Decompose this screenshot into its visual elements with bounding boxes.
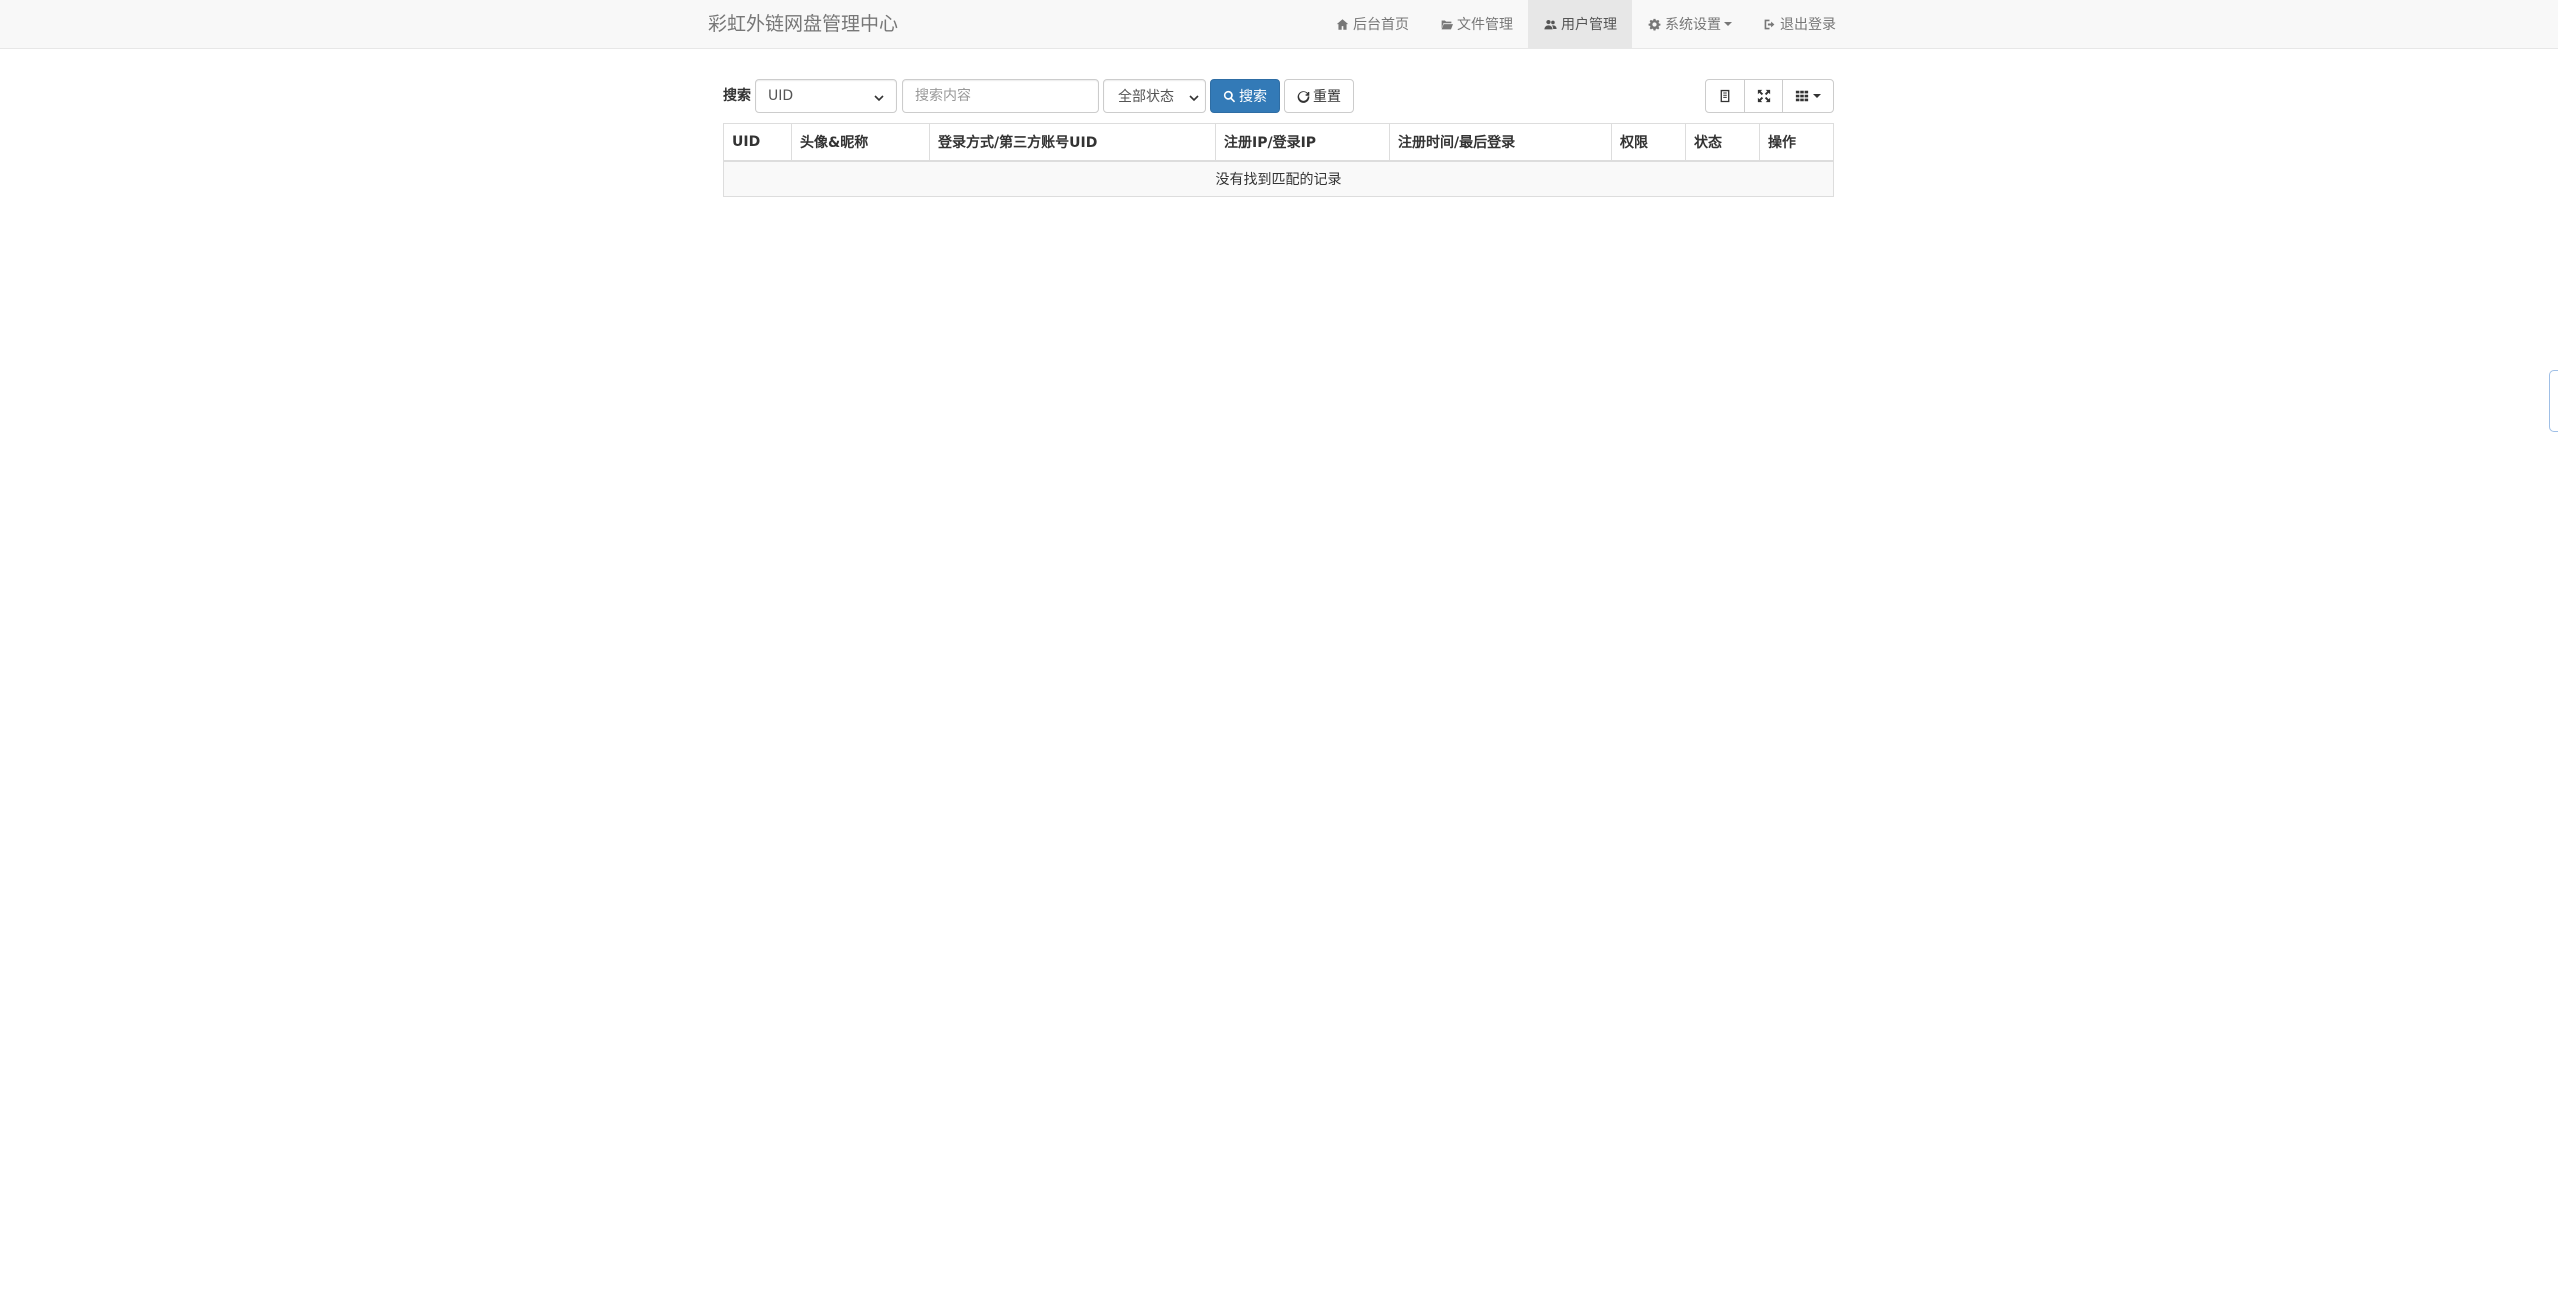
fullscreen-icon [1757, 89, 1770, 103]
empty-table-message: 没有找到匹配的记录 [723, 160, 1834, 197]
column-header-ip[interactable]: 注册IP/登录IP [1215, 123, 1390, 162]
nav-item-label: 系统设置 [1665, 17, 1721, 33]
column-header-time[interactable]: 注册时间/最后登录 [1389, 123, 1612, 162]
search-type-select[interactable]: UID [755, 79, 897, 113]
chevron-down-icon [1189, 91, 1199, 102]
toggle-view-button[interactable] [1705, 79, 1745, 113]
nav-item-users[interactable]: 用户管理 [1528, 0, 1632, 48]
search-button[interactable]: 搜索 [1210, 79, 1280, 113]
refresh-icon [1297, 90, 1310, 103]
table-header-row: UID 头像&昵称 登录方式/第三方账号UID 注册IP/登录IP 注册时间/最… [723, 123, 1834, 162]
search-input[interactable] [915, 80, 1086, 112]
columns-toggle-button[interactable] [1782, 79, 1834, 113]
search-label: 搜索 [723, 88, 751, 104]
table-row: 没有找到匹配的记录 [723, 160, 1834, 197]
chevron-down-icon [874, 91, 884, 102]
column-header-status[interactable]: 状态 [1685, 123, 1760, 162]
nav-item-label: 退出登录 [1780, 17, 1836, 33]
list-view-icon [1720, 89, 1730, 103]
nav-item-dashboard[interactable]: 后台首页 [1320, 0, 1424, 48]
column-header-avatar-nickname[interactable]: 头像&昵称 [791, 123, 930, 162]
fullscreen-button[interactable] [1744, 79, 1783, 113]
column-header-actions: 操作 [1759, 123, 1834, 162]
search-type-value: UID [768, 88, 794, 104]
chevron-down-icon [1813, 94, 1821, 98]
table-tools-group [1705, 79, 1834, 113]
nav-item-label: 后台首页 [1353, 17, 1409, 33]
columns-grid-icon [1795, 90, 1809, 102]
gear-icon [1647, 17, 1661, 31]
nav-item-label: 用户管理 [1561, 17, 1617, 33]
column-header-login-method[interactable]: 登录方式/第三方账号UID [929, 123, 1216, 162]
sign-out-icon [1762, 17, 1776, 31]
nav-item-logout[interactable]: 退出登录 [1747, 0, 1851, 48]
chevron-down-icon [1724, 22, 1732, 26]
column-header-permission[interactable]: 权限 [1611, 123, 1686, 162]
search-icon [1223, 90, 1236, 102]
status-select[interactable]: 全部状态 [1103, 79, 1206, 113]
reset-button-label: 重置 [1313, 89, 1341, 105]
search-input-wrapper [902, 79, 1099, 113]
top-navbar: 彩虹外链网盘管理中心 后台首页 文件管理 用户管理 系统设置 退出登录 [0, 0, 2558, 49]
search-toolbar: 搜索 UID 全部状态 搜索 重置 [723, 79, 1834, 114]
reset-button[interactable]: 重置 [1284, 79, 1354, 113]
users-icon [1543, 17, 1557, 31]
nav-item-label: 文件管理 [1457, 17, 1513, 33]
nav-item-files[interactable]: 文件管理 [1424, 0, 1528, 48]
users-table: UID 头像&昵称 登录方式/第三方账号UID 注册IP/登录IP 注册时间/最… [723, 123, 1834, 197]
search-button-label: 搜索 [1239, 89, 1267, 105]
status-select-value: 全部状态 [1118, 89, 1174, 105]
home-icon [1335, 17, 1349, 31]
side-scroll-handle[interactable] [2549, 370, 2558, 432]
column-header-uid[interactable]: UID [723, 123, 792, 162]
main-nav: 后台首页 文件管理 用户管理 系统设置 退出登录 [1320, 0, 1851, 48]
brand-title[interactable]: 彩虹外链网盘管理中心 [708, 0, 898, 48]
folder-open-icon [1439, 17, 1453, 31]
nav-item-settings[interactable]: 系统设置 [1632, 0, 1747, 48]
